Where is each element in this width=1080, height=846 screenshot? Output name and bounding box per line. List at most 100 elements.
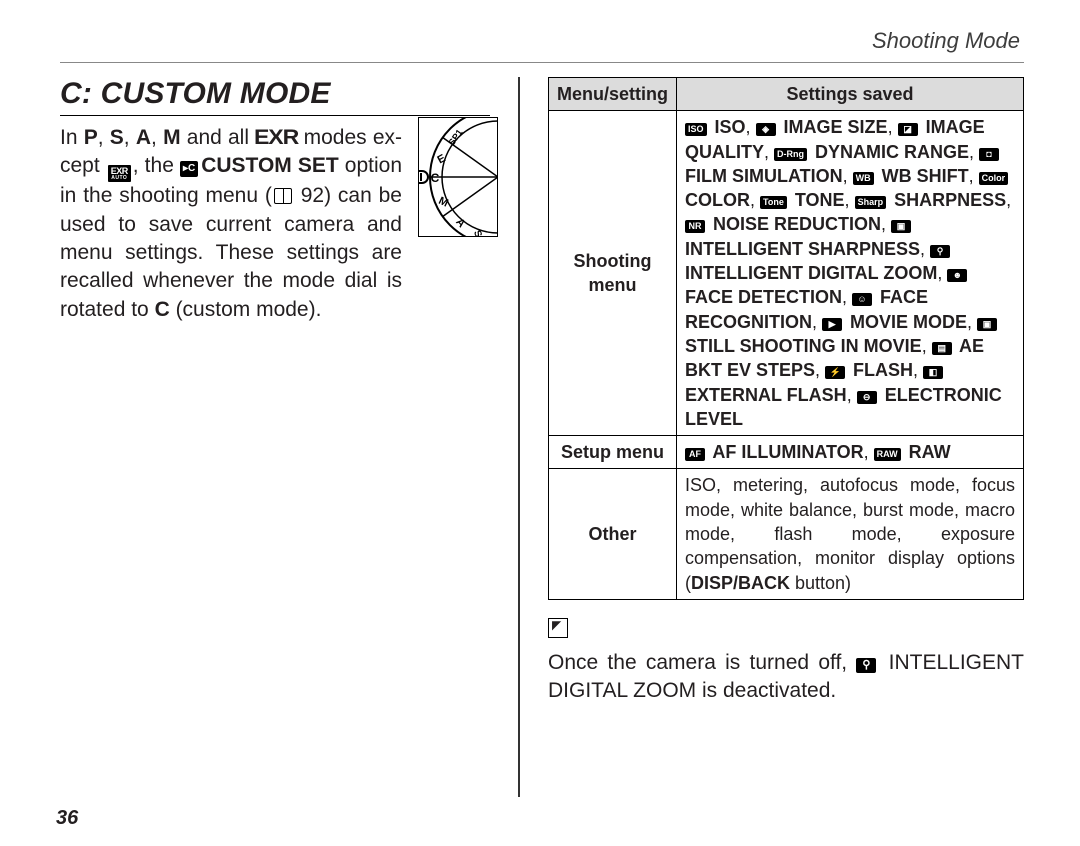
page-number: 36	[56, 807, 78, 830]
setting-icon: ISO	[685, 123, 707, 136]
setting-icon: Sharp	[855, 196, 887, 209]
text-sep: ,	[746, 117, 756, 137]
text-sep: ,	[969, 166, 979, 186]
row-key-setup: Setup menu	[549, 436, 677, 469]
setting-label: INTELLIGENT SHARPNESS	[685, 239, 920, 259]
mode-dial-illustration: SP1 E C M A S	[418, 117, 498, 237]
table-row-other: Other ISO, metering, autofocus mode, foc…	[549, 469, 1024, 599]
text-sep: ,	[812, 312, 822, 332]
text-sep: ,	[815, 360, 825, 380]
setting-label: AF ILLUMINATOR	[708, 442, 864, 462]
text-fragment: ,	[98, 126, 110, 149]
setting-label: TONE	[790, 190, 845, 210]
note-block: Once the camera is turned off, ⚲ INTELLI…	[548, 618, 1024, 706]
text-sep: ,	[864, 442, 874, 462]
text-sep: ,	[937, 263, 947, 283]
setting-icon: ◘	[979, 148, 999, 161]
left-column: C: CUSTOM MODE In P, S, A, M and all EXR…	[60, 77, 490, 797]
page-ref-icon	[274, 188, 292, 204]
setting-icon: ◧	[923, 366, 943, 379]
exr-auto-icon: EXRAUTO	[108, 165, 131, 182]
header-rule	[60, 62, 1024, 63]
running-header: Shooting Mode	[60, 28, 1024, 54]
setting-label: FACE DETECTION	[685, 287, 842, 307]
custom-set-icon: ▸C	[180, 161, 198, 177]
intelligent-zoom-icon: ⚲	[856, 658, 876, 673]
text-sep: ,	[847, 385, 857, 405]
table-row-shooting: Shooting menu ISO ISO, ◈ IMAGE SIZE, ◪ I…	[549, 111, 1024, 436]
setting-icon: ☻	[947, 269, 967, 282]
page: Shooting Mode C: CUSTOM MODE In P, S, A,…	[0, 0, 1080, 846]
section-title: C: CUSTOM MODE	[60, 77, 490, 116]
text-fragment: ,	[124, 126, 136, 149]
setting-label: IMAGE SIZE	[779, 117, 888, 137]
setting-icon: ◈	[756, 123, 776, 136]
row-val-shooting: ISO ISO, ◈ IMAGE SIZE, ◪ IMAGE QUAL­ITY,…	[677, 111, 1024, 436]
setting-icon: ▣	[977, 318, 997, 331]
text-fragment: ,	[151, 126, 163, 149]
setting-label: DYNAMIC RANGE	[810, 142, 969, 162]
row-val-other: ISO, metering, autofocus mode, focus mod…	[677, 469, 1024, 599]
setting-icon: AF	[685, 448, 705, 461]
text-sep: ,	[845, 190, 855, 210]
table-row-setup: Setup menu AF AF ILLUMINATOR, RAW RAW	[549, 436, 1024, 469]
mode-m: M	[163, 126, 181, 149]
setting-icon: NR	[685, 220, 705, 233]
text-fragment: , the	[133, 154, 180, 177]
note-post: is deactivated.	[696, 679, 836, 702]
text-fragment: In	[60, 126, 84, 149]
text-sep: ,	[922, 336, 932, 356]
setting-icon: WB	[853, 172, 874, 185]
setting-label: FILM SIMULA­TION	[685, 166, 843, 186]
page-ref-number: 92	[294, 184, 324, 207]
setting-icon: ▣	[891, 220, 911, 233]
setting-icon: ☺	[852, 293, 872, 306]
setting-label: NOISE REDUCTION	[708, 214, 881, 234]
text-sep: ,	[764, 142, 774, 162]
setting-icon: Color	[979, 172, 1009, 185]
text-fragment: (custom mode).	[170, 298, 322, 321]
setting-label: SHARPNESS	[889, 190, 1006, 210]
setting-icon: RAW	[874, 448, 901, 461]
col-header-saved: Settings saved	[677, 78, 1024, 111]
text-sep: ,	[881, 214, 891, 234]
setting-label: EXTERNAL FLASH	[685, 385, 847, 405]
setting-label: STILL SHOOTING IN MOVIE	[685, 336, 922, 356]
text-sep: ,	[913, 360, 923, 380]
text-sep: ,	[750, 190, 760, 210]
setting-label: COLOR	[685, 190, 750, 210]
exr-logo: EXR	[253, 124, 299, 152]
mode-s: S	[110, 126, 124, 149]
text-fragment: and all	[181, 126, 256, 149]
column-divider	[518, 77, 520, 797]
row-key-shooting: Shooting menu	[549, 111, 677, 436]
setting-label: INTELLI­GENT DIGITAL ZOOM	[685, 263, 937, 283]
setting-icon: ⚲	[930, 245, 950, 258]
exr-auto-bot: AUTO	[111, 176, 127, 181]
setting-icon: ▤	[932, 342, 952, 355]
setting-icon: ◪	[898, 123, 918, 136]
text-sep: ,	[967, 312, 977, 332]
row-key-other: Other	[549, 469, 677, 599]
col-header-menu: Menu/setting	[549, 78, 677, 111]
setting-label: ISO	[710, 117, 746, 137]
custom-set-label: CUSTOM SET	[201, 154, 339, 177]
setting-label: MOVIE MODE	[845, 312, 967, 332]
text-sep: ,	[842, 287, 852, 307]
setting-icon: ▶	[822, 318, 842, 331]
content-columns: C: CUSTOM MODE In P, S, A, M and all EXR…	[60, 77, 1024, 797]
setting-label: WB SHIFT	[877, 166, 969, 186]
note-pre: Once the camera is turned off,	[548, 651, 856, 674]
setting-icon: D-Rng	[774, 148, 807, 161]
other-text-post: button)	[790, 573, 851, 593]
text-sep: ,	[888, 117, 898, 137]
setting-label: RAW	[904, 442, 951, 462]
caution-icon	[548, 618, 568, 638]
mode-c: C	[155, 298, 170, 321]
note-text: Once the camera is turned off, ⚲ INTELLI…	[548, 649, 1024, 706]
setting-icon: ⊖	[857, 391, 877, 404]
text-sep: ,	[920, 239, 930, 259]
settings-table: Menu/setting Settings saved Shooting men…	[548, 77, 1024, 600]
setting-icon: Tone	[760, 196, 787, 209]
row-val-setup: AF AF ILLUMINATOR, RAW RAW	[677, 436, 1024, 469]
